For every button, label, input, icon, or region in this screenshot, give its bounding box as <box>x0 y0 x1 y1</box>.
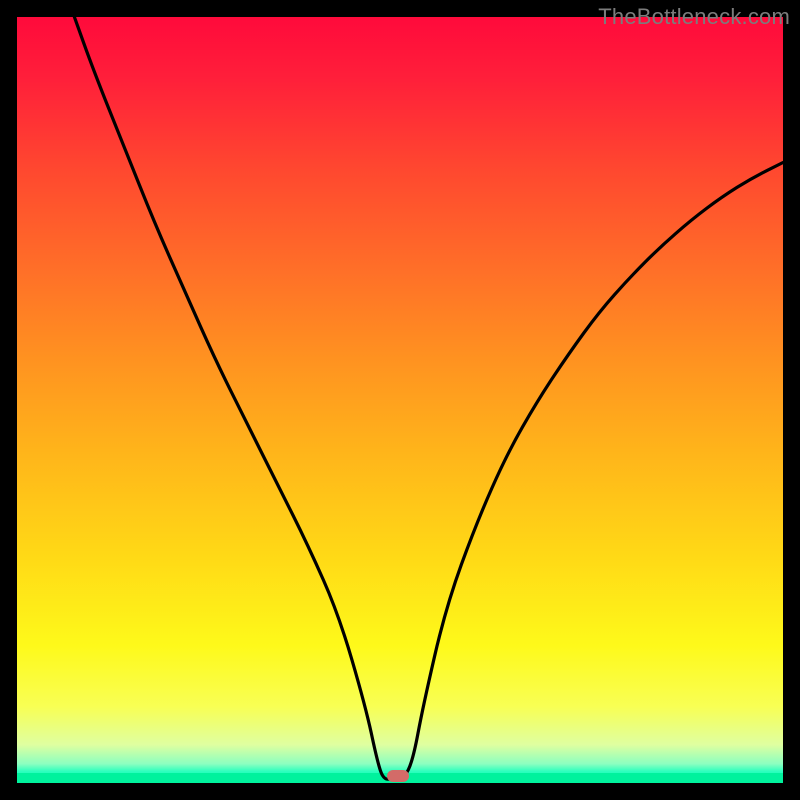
bottleneck-curve <box>17 17 783 783</box>
optimal-point-marker <box>387 770 409 782</box>
plot-area <box>17 17 783 783</box>
watermark-text: TheBottleneck.com <box>598 4 790 30</box>
chart-frame: TheBottleneck.com <box>0 0 800 800</box>
